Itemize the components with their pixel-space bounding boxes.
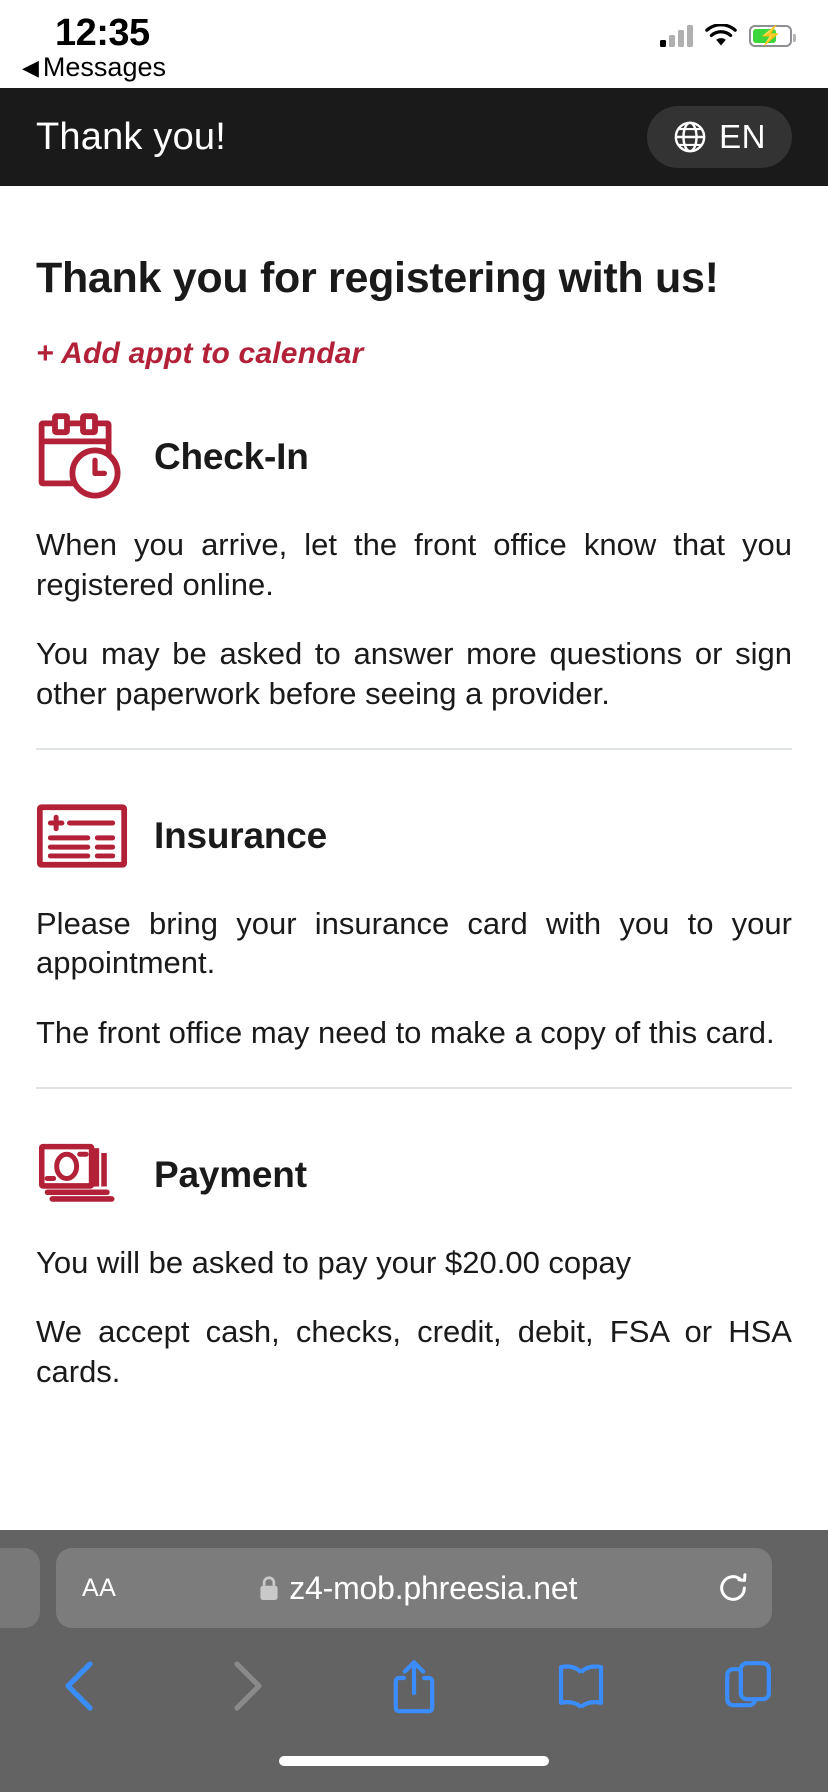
money-stack-icon [36, 1139, 128, 1211]
back-triangle-icon: ◀ [22, 54, 39, 80]
chevron-right-icon [234, 1661, 262, 1711]
tabs-button[interactable] [716, 1654, 780, 1718]
ios-status-bar: 12:35 ⚡ ◀ Messages [0, 0, 828, 88]
section-payment: Payment You will be asked to pay your $2… [36, 1089, 792, 1392]
url-display: z4-mob.phreesia.net [120, 1570, 716, 1607]
status-time: 12:35 [55, 12, 150, 54]
add-appt-to-calendar-link[interactable]: + Add appt to calendar [36, 337, 364, 371]
phone-screen: 12:35 ⚡ ◀ Messages Thank you! EN Thank y… [0, 0, 828, 1792]
home-indicator-area [0, 1730, 828, 1792]
home-indicator[interactable] [279, 1756, 549, 1766]
section-header-check-in: Check-In [36, 411, 792, 503]
back-to-messages-link[interactable]: ◀ Messages [22, 52, 166, 83]
section-insurance: Insurance Please bring your insurance ca… [36, 750, 792, 1053]
section-paragraph: You will be asked to pay your $20.00 cop… [36, 1244, 632, 1280]
text-size-button[interactable]: AA [78, 1574, 120, 1603]
language-selector-button[interactable]: EN [647, 106, 792, 168]
insurance-card-icon [36, 802, 128, 870]
section-paragraph: When you arrive, let the front office kn… [36, 527, 792, 602]
section-title-payment: Payment [154, 1153, 307, 1195]
cellular-signal-icon [660, 25, 693, 47]
section-title-insurance: Insurance [154, 814, 327, 856]
back-button[interactable] [48, 1654, 112, 1718]
page-title: Thank you! [36, 115, 226, 158]
book-icon [558, 1664, 604, 1709]
back-to-messages-label: Messages [42, 52, 166, 82]
section-header-insurance: Insurance [36, 790, 792, 882]
wifi-icon [705, 24, 737, 46]
safari-toolbar: AA z4-mob.phreesia.net [0, 1530, 828, 1792]
url-text: z4-mob.phreesia.net [289, 1569, 578, 1606]
status-indicators: ⚡ [660, 24, 796, 48]
section-paragraph: The front office may need to make a copy… [36, 1015, 775, 1051]
section-paragraph: We accept cash, checks, credit, debit, F… [36, 1314, 792, 1390]
section-check-in: Check-In When you arrive, let the front … [36, 371, 792, 714]
section-paragraph: You may be asked to answer more question… [36, 636, 792, 712]
app-header: Thank you! EN [0, 88, 828, 186]
adjacent-tab-peek[interactable] [0, 1548, 40, 1628]
reload-icon[interactable] [716, 1570, 750, 1606]
section-title-check-in: Check-In [154, 436, 309, 477]
share-icon [393, 1660, 435, 1714]
url-bar-row: AA z4-mob.phreesia.net [0, 1544, 828, 1632]
calendar-clock-icon [36, 413, 128, 501]
bookmarks-button[interactable] [549, 1654, 613, 1718]
tabs-icon [725, 1661, 771, 1708]
battery-charging-icon: ⚡ [749, 25, 796, 47]
safari-nav-toolbar [0, 1632, 828, 1730]
page-heading: Thank you for registering with us! [36, 254, 719, 302]
forward-button[interactable] [215, 1654, 279, 1718]
language-code-label: EN [719, 118, 766, 155]
globe-icon [674, 121, 706, 153]
section-paragraph: Please bring your insurance card with yo… [36, 905, 792, 981]
address-bar[interactable]: AA z4-mob.phreesia.net [56, 1548, 772, 1628]
share-button[interactable] [382, 1654, 446, 1718]
text-size-label: AA [82, 1573, 117, 1602]
page-content: Thank you for registering with us! + Add… [0, 186, 828, 1530]
lock-icon [260, 1576, 278, 1600]
chevron-left-icon [65, 1661, 93, 1711]
section-header-payment: Payment [36, 1129, 792, 1221]
